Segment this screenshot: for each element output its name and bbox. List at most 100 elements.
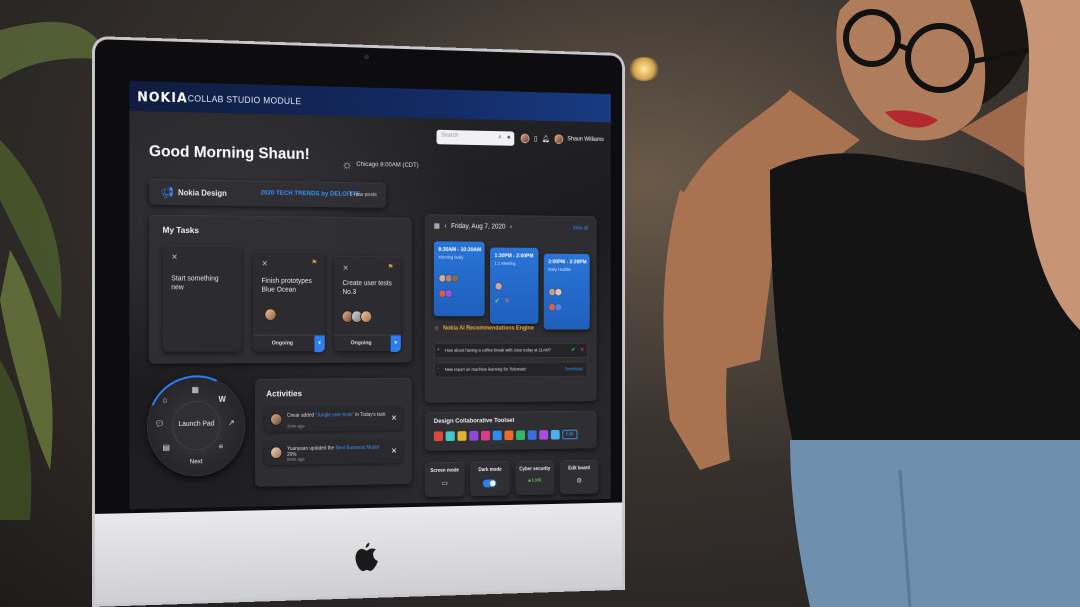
prev-day-icon[interactable]: ‹ xyxy=(444,223,446,230)
flag-icon: ⚑ xyxy=(311,259,318,267)
avatar xyxy=(264,308,277,322)
avatar xyxy=(451,274,460,283)
task-footer: Ongoing ▾ xyxy=(252,334,325,353)
close-icon[interactable]: ✕ xyxy=(580,347,584,353)
close-icon[interactable]: ✕ xyxy=(391,414,397,423)
task-text: Start something new xyxy=(171,275,219,292)
tool-app-icon[interactable] xyxy=(492,430,502,441)
ai-recommendation[interactable]: ▪ How about having a coffee break with J… xyxy=(433,342,588,359)
avatar xyxy=(554,287,563,297)
check-icon[interactable]: ✔ xyxy=(571,347,575,353)
task-card-prototypes[interactable]: ✕ ⚑ Finish prototypes Blue Ocean Ongoing… xyxy=(252,251,325,353)
avatar xyxy=(554,303,563,312)
launch-pad-label: Launch Pad xyxy=(178,420,215,428)
tool-app-icon[interactable] xyxy=(539,430,549,440)
activity-item[interactable]: Yuanyuan updated the Next Business Model… xyxy=(264,439,403,466)
close-icon[interactable]: ✕ xyxy=(504,297,509,305)
team-avatar[interactable] xyxy=(520,133,530,144)
coffee-icon: ▪ xyxy=(437,346,440,353)
flag-icon: ⚑ xyxy=(387,263,394,271)
edit-tools-button[interactable]: Edit xyxy=(562,429,578,440)
tool-app-icon[interactable] xyxy=(469,430,479,441)
search-icon[interactable]: ⌕ xyxy=(498,134,502,142)
app-screen: NOKIA COLLAB STUDIO MODULE Search ⌕ ● ▯ … xyxy=(129,81,611,510)
close-icon[interactable]: ✕ xyxy=(342,264,348,273)
tool-app-icon[interactable] xyxy=(433,431,443,442)
toolset-title: Design Collaborative Toolset xyxy=(433,417,515,425)
screen-mode-button[interactable]: Screen mode ▭ xyxy=(424,461,465,498)
avatar xyxy=(444,289,453,299)
word-icon[interactable]: W xyxy=(219,395,226,404)
event-card[interactable]: 1:30PM - 2:00PM 1:1 Meeting ✔ ✕ xyxy=(490,247,539,324)
grid-icon[interactable]: ▦ xyxy=(192,385,199,394)
task-text: Create user tests No.3 xyxy=(342,280,392,296)
calendar-icon: ▦ xyxy=(433,222,440,230)
header-actions: ▯ 🔔︎ Shaun Williams xyxy=(520,133,604,145)
user-avatar[interactable] xyxy=(554,134,564,144)
event-time: 1:30PM - 2:00PM xyxy=(494,253,534,260)
task-card-new[interactable]: ✕ Start something new xyxy=(162,244,242,352)
search-placeholder: Search xyxy=(441,132,459,139)
next-button[interactable]: Next xyxy=(190,458,203,465)
user-name[interactable]: Shaun Williams xyxy=(567,137,603,143)
mic-icon[interactable]: ● xyxy=(507,134,511,141)
tool-app-icon[interactable] xyxy=(504,430,514,441)
list-icon[interactable]: ≡ xyxy=(219,442,223,451)
event-card[interactable]: 2:00PM - 3:30PM Daily Huddle xyxy=(543,253,590,330)
chat-icon[interactable]: 💬︎ xyxy=(155,419,165,428)
check-icon[interactable]: ✔ xyxy=(495,297,500,305)
ai-text: How about having a coffee break with Jos… xyxy=(444,347,551,353)
task-status: Ongoing xyxy=(350,340,372,347)
document-icon[interactable]: ▤ xyxy=(163,443,170,452)
tool-app-icon[interactable] xyxy=(550,429,560,440)
dark-mode-button[interactable]: Dark mode xyxy=(470,461,510,497)
sun-icon: ☼ xyxy=(341,156,353,172)
task-footer: Ongoing ▾ xyxy=(334,334,401,352)
next-day-icon[interactable]: › xyxy=(510,223,512,230)
tool-app-icon[interactable] xyxy=(481,430,491,441)
button-label: Dark mode xyxy=(478,466,502,474)
home-icon[interactable]: ⌂ xyxy=(163,395,168,404)
ai-text: New report on machine learning for Telem… xyxy=(444,366,527,372)
tool-icons: Edit xyxy=(433,429,578,442)
ai-recommendation[interactable]: ▫ New report on machine learning for Tel… xyxy=(433,361,588,378)
chart-icon[interactable]: ↗ xyxy=(228,418,234,427)
activity-item[interactable]: Cesar added "Jungle user tests" in Today… xyxy=(264,406,403,432)
weather-widget: ☼ Chicago 8:00AM (CDT) xyxy=(342,157,419,173)
module-title: COLLAB STUDIO MODULE xyxy=(187,93,302,107)
greeting-title: Good Morning Shaun! xyxy=(148,143,310,164)
brand-logo: NOKIA xyxy=(137,90,188,107)
event-card[interactable]: 8:30AM - 10:30AM Morning Daily xyxy=(433,241,485,317)
close-icon[interactable]: ✕ xyxy=(391,447,397,456)
tool-app-icon[interactable] xyxy=(457,431,467,441)
gear-icon: ⚙ xyxy=(576,477,582,485)
activities-title: Activities xyxy=(266,388,303,399)
chevron-down-icon[interactable]: ▾ xyxy=(390,335,401,352)
dark-mode-toggle[interactable] xyxy=(482,479,497,488)
design-news-bar[interactable]: 📢︎ Nokia Design 2020 TECH TRENDS by DELO… xyxy=(148,178,387,208)
event-title: Morning Daily xyxy=(438,254,464,260)
cyber-security-button[interactable]: Cyber security 🔒︎ Lock xyxy=(515,460,555,496)
trend-link[interactable]: 2020 TECH TRENDS by DELOITTE xyxy=(261,190,360,198)
edit-board-button[interactable]: Edit board ⚙ xyxy=(559,459,599,495)
chevron-down-icon[interactable]: ▾ xyxy=(314,335,325,353)
document-icon[interactable]: ▯ xyxy=(534,135,537,143)
design-channel-name: Nokia Design xyxy=(178,188,227,198)
tool-app-icon[interactable] xyxy=(516,430,526,441)
search-input[interactable]: Search ⌕ ● xyxy=(436,129,515,146)
avatar xyxy=(494,281,503,291)
download-link[interactable]: Download xyxy=(565,366,583,371)
task-status: Ongoing xyxy=(271,340,294,347)
launch-pad-dial[interactable]: ▦ W ↗ ≡ ⌂ 💬︎ ▤ Launch Pad Next xyxy=(132,361,260,491)
tool-app-icon[interactable] xyxy=(445,431,455,442)
calendar-view-link[interactable]: View all xyxy=(573,226,588,232)
report-icon: ▫ xyxy=(437,366,440,372)
task-card-user-tests[interactable]: ✕ ⚑ Create user tests No.3 Ongoing ▾ xyxy=(334,255,401,352)
weather-text: Chicago 8:00AM (CDT) xyxy=(356,160,419,169)
tool-app-icon[interactable] xyxy=(527,430,537,440)
notification-bell-icon[interactable]: 🔔︎ xyxy=(542,135,550,143)
button-label: Screen mode xyxy=(430,467,460,474)
close-icon[interactable]: ✕ xyxy=(262,259,268,268)
avatar xyxy=(360,310,373,323)
close-icon[interactable]: ✕ xyxy=(171,253,177,262)
